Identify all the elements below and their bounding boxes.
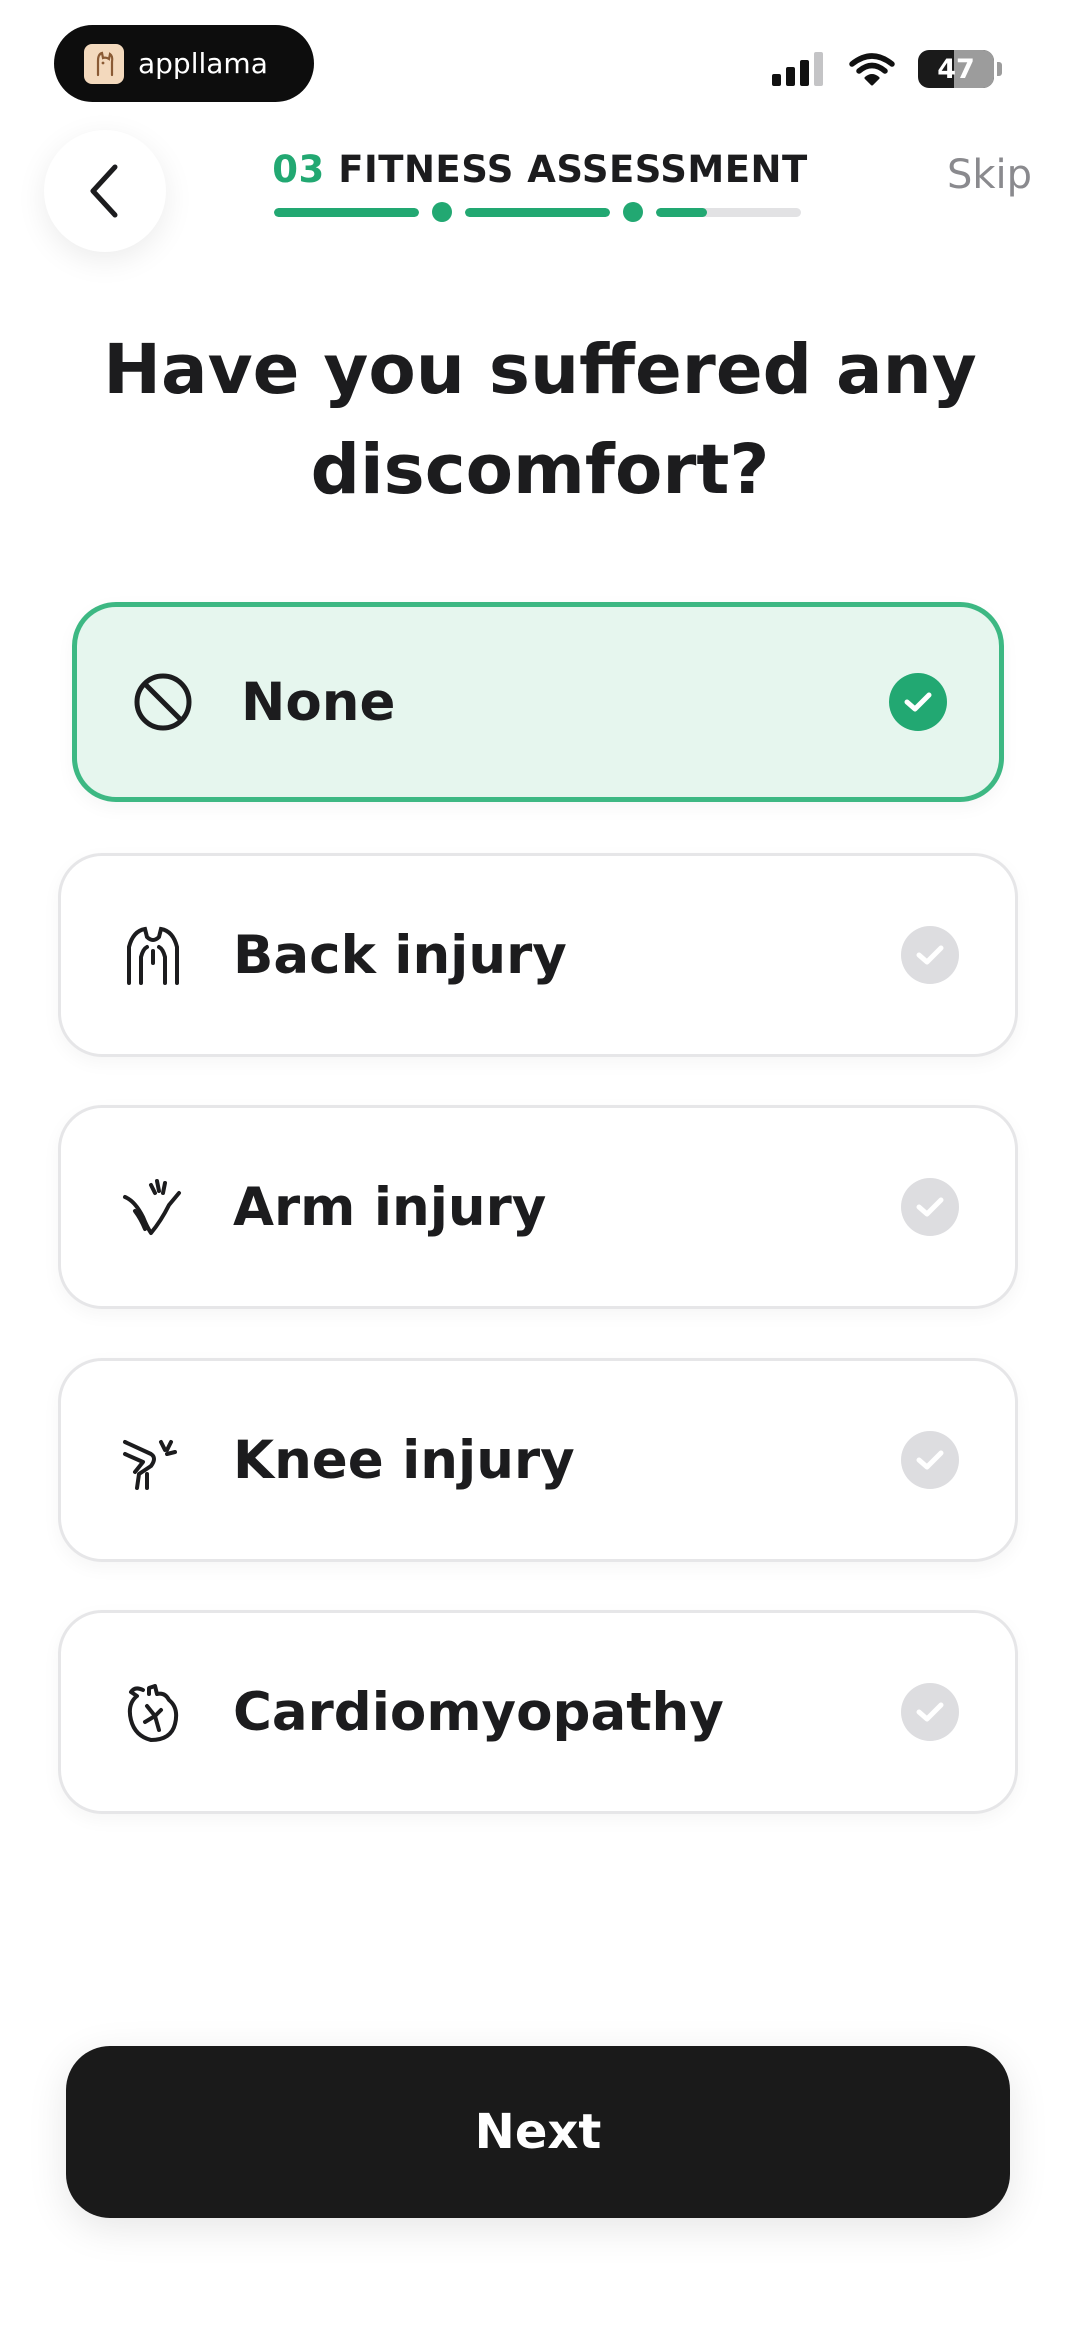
check-icon [889,673,947,731]
progress-bar [274,202,801,222]
option-arm-injury[interactable]: Arm injury [58,1105,1018,1309]
back-icon [119,921,187,989]
progress-dot [623,202,643,222]
option-knee-injury[interactable]: Knee injury [58,1358,1018,1562]
step-title: 03 FITNESS ASSESSMENT [0,148,1080,191]
next-button[interactable]: Next [66,2046,1010,2218]
progress-segment-3 [656,207,801,217]
option-back-injury[interactable]: Back injury [58,853,1018,1057]
progress-segment-1 [274,207,419,217]
skip-button[interactable]: Skip [947,152,1032,198]
check-icon [901,1178,959,1236]
arm-icon [119,1173,187,1241]
page-title: Have you suffered any discomfort? [103,330,977,510]
option-label: Arm injury [233,1176,547,1238]
option-cardiomyopathy[interactable]: Cardiomyopathy [58,1610,1018,1814]
status-icons: 47 [772,50,1002,88]
step-number: 03 [272,148,325,191]
app-name: appllama [138,47,268,80]
option-none[interactable]: None [72,602,1004,802]
knee-icon [119,1426,187,1494]
none-icon [129,668,197,736]
battery-level: 47 [937,53,975,85]
llama-logo-icon [84,43,124,84]
progress-segment-2 [465,207,610,217]
option-label: Cardiomyopathy [233,1681,724,1743]
signal-icon [772,52,823,86]
app-badge: appllama [54,25,314,102]
wifi-icon [849,53,895,86]
heart-icon [119,1678,187,1746]
check-icon [901,1431,959,1489]
option-label: None [241,671,396,733]
battery-icon: 47 [918,50,994,88]
step-label: FITNESS ASSESSMENT [338,148,808,191]
option-label: Knee injury [233,1429,575,1491]
progress-dot [432,202,452,222]
option-label: Back injury [233,924,567,986]
check-icon [901,1683,959,1741]
check-icon [901,926,959,984]
